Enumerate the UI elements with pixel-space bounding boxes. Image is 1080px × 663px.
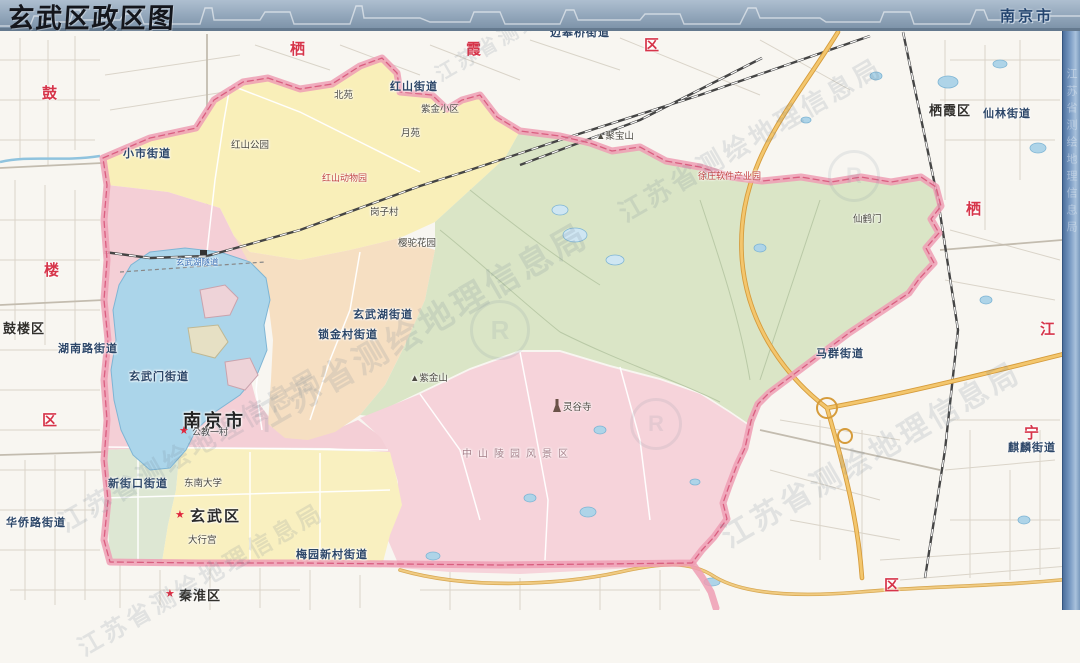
xuanwu-district-map-page: { "header": { "title": "玄武区政区图", "city":…	[0, 0, 1080, 610]
header-city-name: 南京市	[1000, 5, 1054, 26]
map-title: 玄武区政区图	[7, 0, 178, 36]
zone-meiyuan-yellow	[162, 447, 402, 562]
map-title-bar: 玄武区政区图 南京市	[0, 0, 1080, 31]
map-right-border: 江苏省测绘地理信息局	[1062, 28, 1080, 610]
train-station-marker	[200, 250, 207, 255]
map-canvas[interactable]	[0, 0, 1080, 610]
border-watermark-text: 江苏省测绘地理信息局	[1065, 68, 1079, 238]
